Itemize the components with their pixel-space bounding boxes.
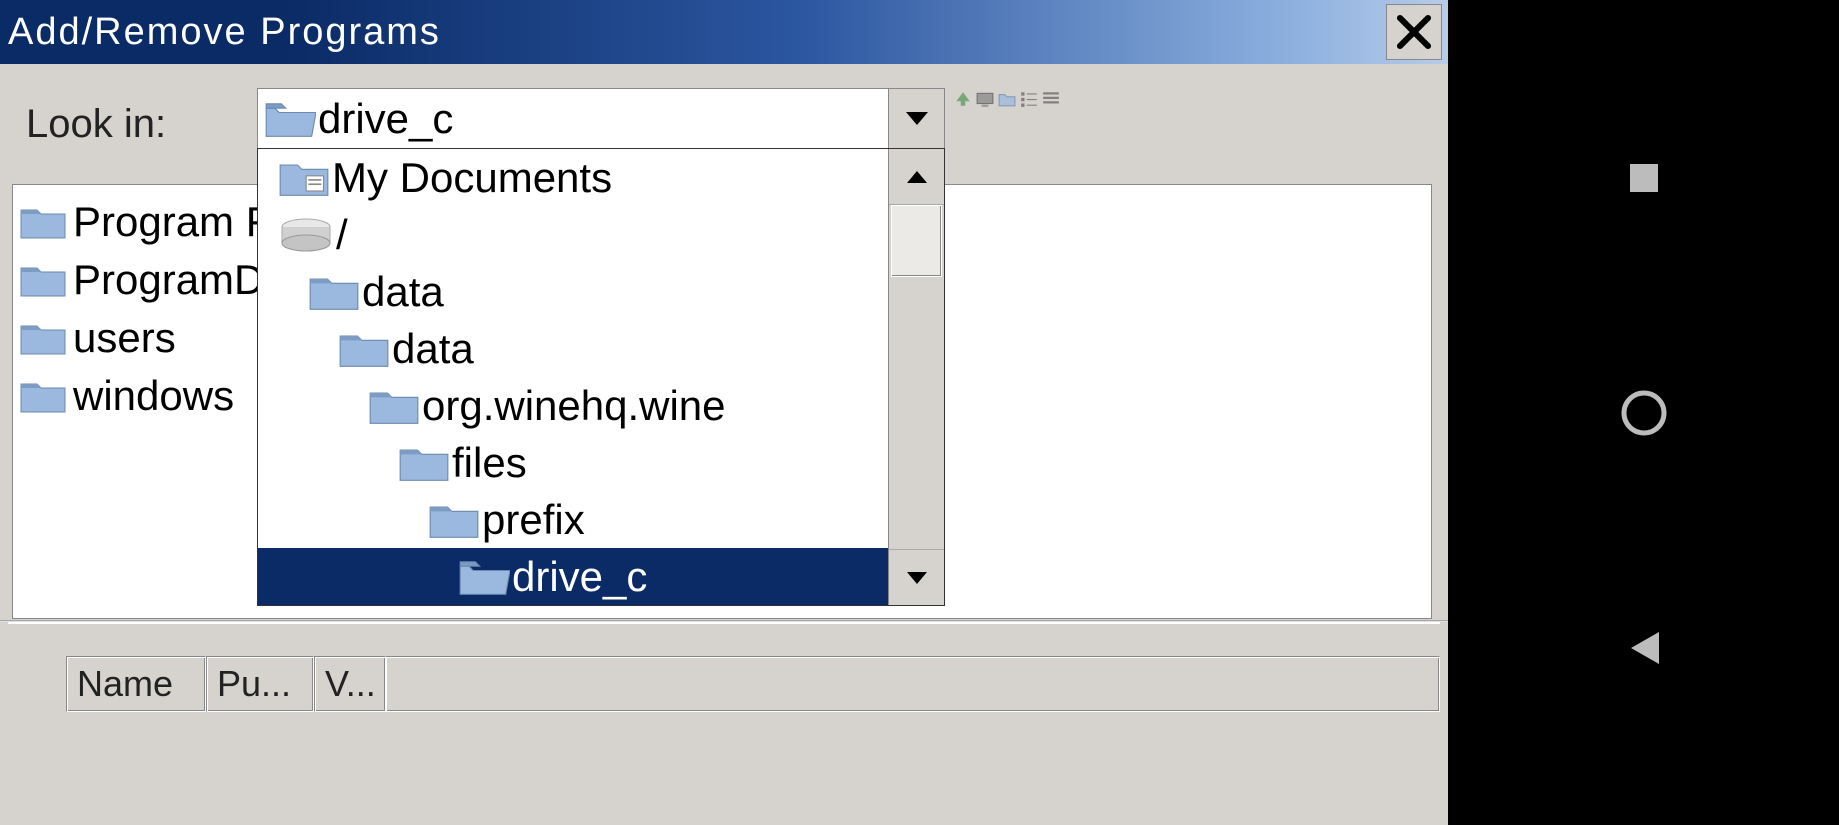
window-title: Add/Remove Programs — [8, 11, 441, 54]
table-header-spacer — [386, 656, 1440, 712]
dropdown-item[interactable]: org.winehq.wine — [258, 377, 888, 434]
dropdown-item[interactable]: drive_c — [258, 548, 888, 605]
dropdown-item[interactable]: My Documents — [258, 149, 888, 206]
programs-table: Name Pu... V... — [8, 622, 1440, 732]
dropdown-list[interactable]: My Documents / data data org.winehq.wine file… — [258, 149, 888, 605]
table-header-publisher[interactable]: Pu... — [206, 656, 314, 712]
dropdown-item-label: files — [452, 439, 527, 487]
dropdown-item[interactable]: data — [258, 320, 888, 377]
dropdown-item-label: drive_c — [512, 553, 647, 601]
folder-icon — [19, 376, 67, 416]
android-navbar — [1448, 0, 1839, 825]
title-bar: Add/Remove Programs — [0, 0, 1448, 64]
dropdown-item[interactable]: data — [258, 263, 888, 320]
lookin-dropdown-popup: My Documents / data data org.winehq.wine file… — [257, 148, 945, 606]
folder-label: users — [73, 314, 176, 362]
close-button[interactable] — [1386, 4, 1442, 60]
list-view-icon[interactable] — [1020, 90, 1038, 108]
lookin-current-text: drive_c — [318, 95, 453, 143]
lookin-current: drive_c — [258, 95, 888, 143]
square-icon — [1627, 161, 1661, 195]
new-folder-icon[interactable] — [998, 90, 1016, 108]
dropdown-item-label: / — [336, 211, 348, 259]
dropdown-scrollbar[interactable] — [888, 149, 944, 605]
folder-open-icon — [264, 97, 316, 141]
dropdown-item-label: org.winehq.wine — [422, 382, 726, 430]
desktop-icon[interactable] — [976, 90, 994, 108]
recents-button[interactable] — [1609, 143, 1679, 213]
lookin-combo[interactable]: drive_c — [257, 88, 945, 150]
chevron-down-icon — [904, 110, 930, 128]
toolbar-icons — [954, 90, 1060, 108]
scroll-up-button[interactable] — [889, 149, 944, 205]
folder-icon — [19, 202, 67, 242]
dropdown-item-label: My Documents — [332, 154, 612, 202]
dropdown-item-label: prefix — [482, 496, 585, 544]
table-header-version[interactable]: V... — [314, 656, 386, 712]
dropdown-item[interactable]: / — [258, 206, 888, 263]
chevron-down-icon — [905, 570, 929, 586]
scroll-down-button[interactable] — [889, 549, 944, 605]
up-icon[interactable] — [954, 90, 972, 108]
chevron-up-icon — [905, 169, 929, 185]
scroll-thumb[interactable] — [891, 205, 942, 277]
scroll-track[interactable] — [889, 205, 944, 549]
dropdown-item-label: data — [392, 325, 474, 373]
folder-label: windows — [73, 372, 234, 420]
lookin-label: Look in: — [26, 102, 166, 147]
triangle-left-icon — [1625, 628, 1663, 668]
dropdown-item[interactable]: prefix — [258, 491, 888, 548]
dropdown-item-label: data — [362, 268, 444, 316]
app-window: Add/Remove Programs Look in: drive_c — [0, 0, 1448, 825]
combo-dropdown-button[interactable] — [888, 89, 944, 149]
folder-icon — [19, 318, 67, 358]
close-icon — [1393, 11, 1435, 53]
home-button[interactable] — [1609, 378, 1679, 448]
table-header-name[interactable]: Name — [66, 656, 206, 712]
detail-view-icon[interactable] — [1042, 90, 1060, 108]
folder-icon — [19, 260, 67, 300]
back-button[interactable] — [1609, 613, 1679, 683]
circle-icon — [1618, 387, 1670, 439]
dropdown-item[interactable]: files — [258, 434, 888, 491]
